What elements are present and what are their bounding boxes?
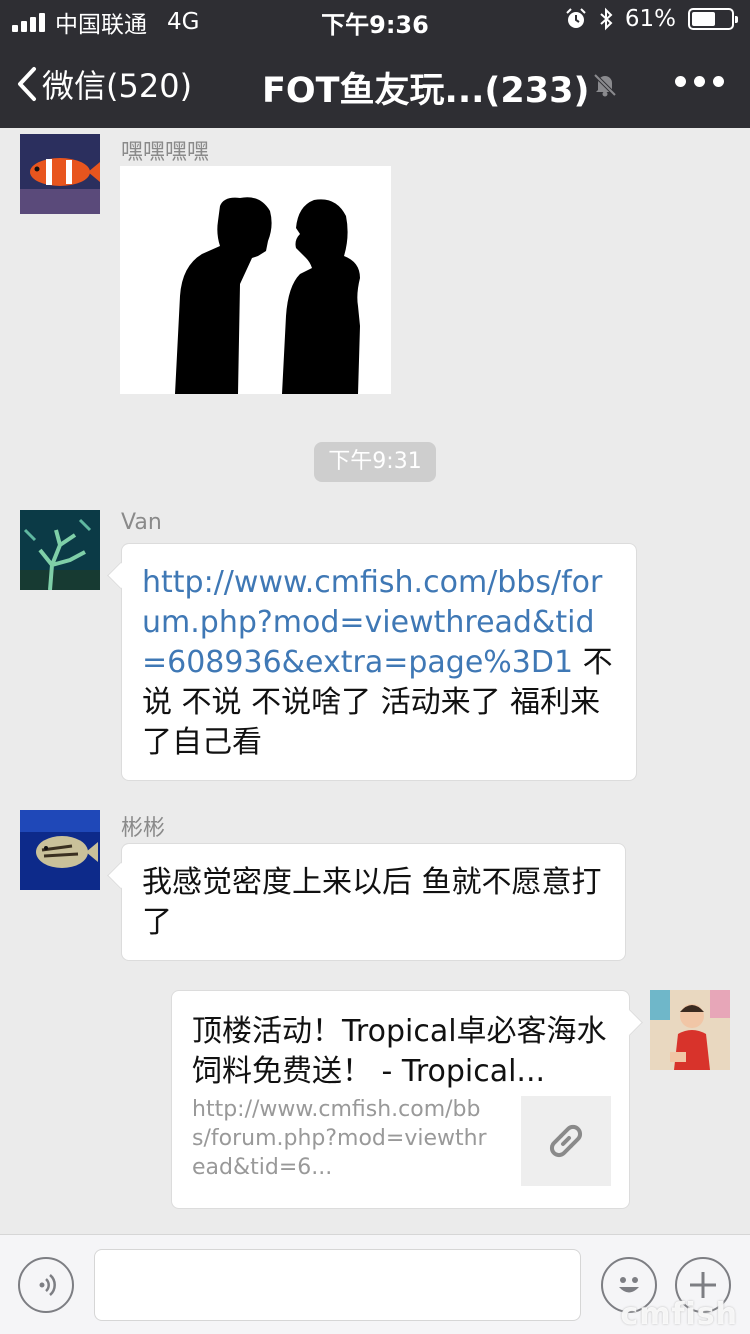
back-label: 微信(520): [42, 67, 193, 105]
angelfish-avatar[interactable]: [20, 810, 100, 890]
child-avatar[interactable]: [650, 990, 730, 1070]
card-thumbnail: [521, 1096, 611, 1186]
coral-avatar[interactable]: [20, 510, 100, 590]
chat-header: 微信(520) FOT鱼友玩...(233): [0, 40, 750, 128]
text-message[interactable]: http://www.cmfish.com/bbs/forum.php?mod=…: [121, 543, 637, 781]
message-list[interactable]: 嘿嘿嘿嘿 下午9:31 Van http://www.cmfish.com/bb…: [0, 128, 750, 1234]
sender-name: Van: [121, 510, 162, 535]
card-title: 顶楼活动！Tropical卓必客海水饲料免费送！ - Tropical...: [192, 1014, 607, 1089]
card-url: http://www.cmfish.com/bbs/forum.php?mod=…: [192, 1097, 487, 1180]
image-message[interactable]: [120, 166, 391, 394]
sender-name: 彬彬: [121, 816, 166, 841]
plus-icon: [690, 1272, 716, 1298]
time-separator: 下午9:31: [314, 442, 436, 482]
battery-percent: 61%: [624, 6, 676, 32]
status-bar: 中国联通 4G 下午9:36 61%: [0, 0, 750, 40]
message-text: 我感觉密度上来以后 鱼就不愿意打了: [142, 865, 602, 940]
bluetooth-icon: [600, 7, 613, 31]
link-card-message[interactable]: 顶楼活动！Tropical卓必客海水饲料免费送！ - Tropical... h…: [171, 990, 630, 1209]
message-link[interactable]: http://www.cmfish.com/bbs/forum.php?mod=…: [142, 565, 602, 680]
message-input[interactable]: [94, 1249, 581, 1321]
mute-bell-icon: [593, 73, 617, 97]
watermark: cmfish: [620, 1297, 738, 1332]
chat-title: FOT鱼友玩...(233): [262, 71, 590, 111]
alarm-icon: [566, 8, 586, 28]
more-button[interactable]: [675, 76, 724, 87]
chevron-left-icon: [18, 67, 36, 101]
text-message[interactable]: 我感觉密度上来以后 鱼就不愿意打了: [121, 843, 626, 961]
link-icon: [549, 1124, 583, 1158]
sender-name: 嘿嘿嘿嘿: [121, 140, 210, 165]
input-bar: cmfish: [0, 1234, 750, 1334]
clownfish-avatar[interactable]: [20, 134, 100, 214]
voice-button[interactable]: [18, 1257, 74, 1313]
voice-icon: [39, 1274, 56, 1296]
battery-icon: [688, 8, 738, 30]
more-icon: [675, 76, 686, 87]
back-button[interactable]: 微信(520): [16, 62, 192, 106]
